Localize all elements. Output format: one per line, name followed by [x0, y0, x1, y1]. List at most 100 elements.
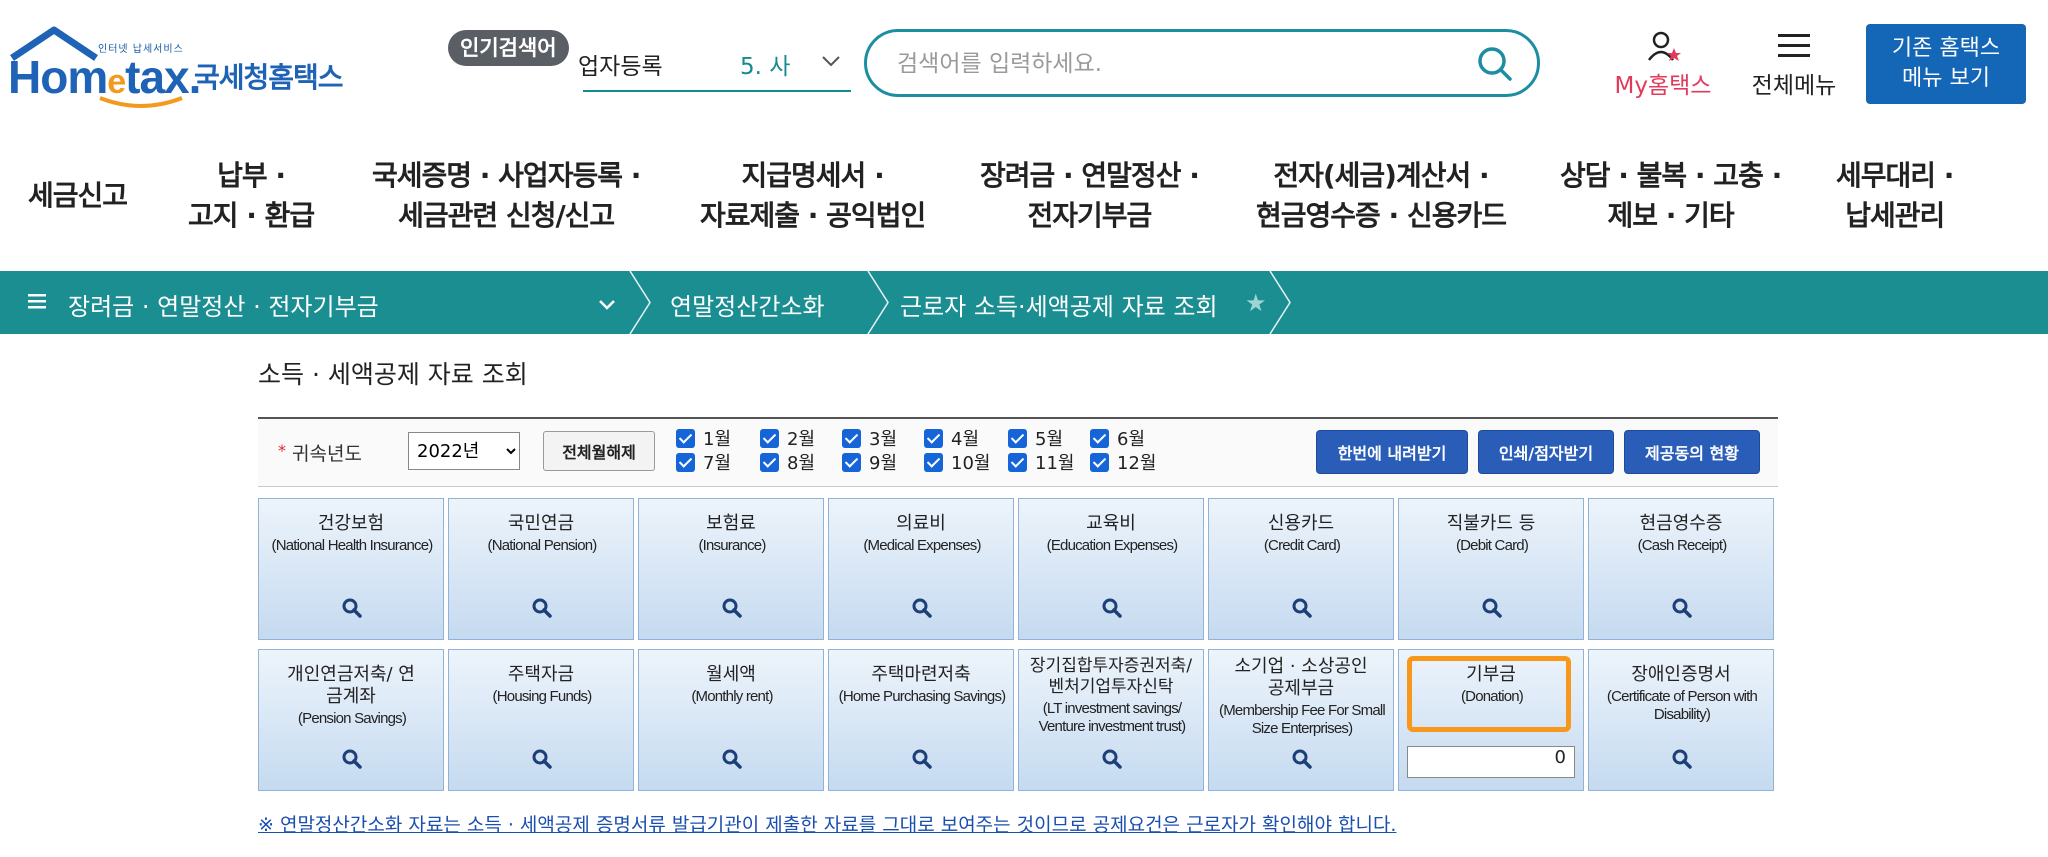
breadcrumb-level1[interactable]: 장려금 · 연말정산 · 전자기부금 — [68, 287, 379, 322]
tile-subtitle: (Medical Expenses) — [863, 537, 981, 554]
magnifier-icon[interactable] — [1291, 748, 1313, 770]
tile-subtitle: (Housing Funds) — [492, 688, 593, 705]
download-all-button[interactable]: 한번에 내려받기 — [1316, 430, 1468, 474]
old-hometax-menu-button[interactable]: 기존 홈택스 메뉴 보기 — [1866, 24, 2026, 104]
month-checkbox[interactable]: 7월 — [676, 453, 731, 475]
all-menu-button[interactable]: 전체메뉴 — [1744, 28, 1844, 99]
notice-link[interactable]: ※ 연말정산간소화 자료는 소득 · 세액공제 증명서류 발급기관이 제출한 자… — [258, 810, 1396, 837]
gnb-payment[interactable]: 납부 · 고지 · 환급 — [188, 156, 315, 236]
gnb-year-end-settlement[interactable]: 장려금 · 연말정산 · 전자기부금 — [980, 156, 1200, 236]
magnifier-icon[interactable] — [341, 597, 363, 619]
popular-search-underline — [583, 90, 851, 92]
tile-housing-funds[interactable]: 주택자금 (Housing Funds) — [448, 649, 634, 791]
month-checkbox[interactable]: 6월 — [1090, 429, 1145, 451]
magnifier-icon[interactable] — [911, 748, 933, 770]
favorite-star-icon[interactable]: ★ — [1245, 289, 1267, 317]
magnifier-icon[interactable] — [1101, 597, 1123, 619]
print-braille-button[interactable]: 인쇄/점자받기 — [1478, 430, 1614, 474]
month-label: 7월 — [703, 453, 732, 474]
tile-subtitle: (LT investment savings/ Venture investme… — [1038, 700, 1187, 735]
gnb-label: 납세관리 — [1845, 199, 1945, 232]
breadcrumb-level2[interactable]: 연말정산간소화 — [670, 287, 825, 322]
magnifier-icon[interactable] — [721, 597, 743, 619]
tile-title: 장애인증명서 — [1631, 664, 1731, 685]
magnifier-icon[interactable] — [1481, 597, 1503, 619]
tile-lt-investment-savings[interactable]: 장기집합투자증권저축/ 벤처기업투자신탁 (LT investment savi… — [1018, 649, 1204, 791]
tile-subtitle: (Monthly rent) — [691, 688, 773, 705]
month-checkbox[interactable]: 10월 — [924, 453, 990, 475]
month-label: 9월 — [869, 453, 898, 474]
search-icon[interactable] — [1475, 44, 1515, 84]
uncheck-all-months-button[interactable]: 전체월해제 — [543, 431, 655, 471]
gnb-tax-agent[interactable]: 세무대리 · 납세관리 — [1836, 156, 1954, 236]
month-checkbox[interactable]: 2월 — [760, 429, 815, 451]
tile-disability-certificate[interactable]: 장애인증명서 (Certificate of Person with Disab… — [1588, 649, 1774, 791]
breadcrumb-level3[interactable]: 근로자 소득·세액공제 자료 조회 — [900, 287, 1218, 322]
checkbox-checked-icon — [924, 453, 943, 472]
tile-subtitle: (Donation) — [1460, 688, 1524, 705]
month-label: 11월 — [1035, 453, 1075, 474]
tile-credit-card[interactable]: 신용카드 (Credit Card) — [1208, 498, 1394, 640]
tile-medical-expenses[interactable]: 의료비 (Medical Expenses) — [828, 498, 1014, 640]
tile-title: 개인연금저축/ 연금계좌 — [287, 664, 415, 707]
month-label: 6월 — [1117, 429, 1146, 450]
tile-home-purchasing-savings[interactable]: 주택마련저축 (Home Purchasing Savings) — [828, 649, 1014, 791]
menu-lines-icon[interactable] — [28, 293, 46, 309]
month-checkbox[interactable]: 11월 — [1008, 453, 1074, 475]
gnb-tax-return[interactable]: 세금신고 — [28, 176, 128, 216]
year-label: 귀속년도 — [292, 443, 362, 465]
month-checkbox[interactable]: 3월 — [842, 429, 897, 451]
magnifier-icon[interactable] — [1101, 748, 1123, 770]
magnifier-icon[interactable] — [531, 597, 553, 619]
gnb-label: 전자(세금)계산서 · — [1273, 159, 1489, 192]
tile-donation[interactable]: 기부금 (Donation) 0 — [1398, 649, 1584, 791]
tile-education-expenses[interactable]: 교육비 (Education Expenses) — [1018, 498, 1204, 640]
gnb-consulting[interactable]: 상담 · 불복 · 고충 · 제보 · 기타 — [1560, 156, 1782, 236]
popular-search-term[interactable]: 업자등록 — [578, 47, 663, 81]
tile-insurance[interactable]: 보험료 (Insurance) — [638, 498, 824, 640]
gnb-electronic-invoice[interactable]: 전자(세금)계산서 · 현금영수증 · 신용카드 — [1256, 156, 1507, 236]
month-checkbox[interactable]: 4월 — [924, 429, 979, 451]
tile-title: 보험료 — [706, 513, 756, 534]
magnifier-icon[interactable] — [1671, 748, 1693, 770]
month-checkbox[interactable]: 8월 — [760, 453, 815, 475]
required-marker: * — [278, 441, 286, 460]
magnifier-icon[interactable] — [721, 748, 743, 770]
gnb-certificates[interactable]: 국세증명 · 사업자등록 · 세금관련 신청/신고 — [372, 156, 641, 236]
search-input[interactable] — [895, 42, 1459, 86]
tile-title: 국민연금 — [507, 513, 575, 534]
magnifier-icon[interactable] — [1671, 597, 1693, 619]
magnifier-icon[interactable] — [531, 748, 553, 770]
popular-search-tag: 인기검색어 — [448, 30, 569, 66]
checkbox-checked-icon — [676, 453, 695, 472]
my-hometax-button[interactable]: My홈택스 — [1608, 28, 1718, 99]
consent-status-button[interactable]: 제공동의 현황 — [1624, 430, 1760, 474]
old-menu-line1: 기존 홈택스 — [1891, 36, 2001, 61]
magnifier-icon[interactable] — [1291, 597, 1313, 619]
tile-pension-savings[interactable]: 개인연금저축/ 연금계좌 (Pension Savings) — [258, 649, 444, 791]
user-star-icon — [1648, 31, 1681, 61]
year-select[interactable]: 2022년 — [408, 432, 520, 470]
tile-national-pension[interactable]: 국민연금 (National Pension) — [448, 498, 634, 640]
month-label: 12월 — [1117, 453, 1157, 474]
month-checkbox[interactable]: 5월 — [1008, 429, 1063, 451]
tile-debit-card[interactable]: 직불카드 등 (Debit Card) — [1398, 498, 1584, 640]
month-checkbox[interactable]: 1월 — [676, 429, 731, 451]
magnifier-icon[interactable] — [341, 748, 363, 770]
tile-small-business-fee[interactable]: 소기업 · 소상공인 공제부금 (Membership Fee For Smal… — [1208, 649, 1394, 791]
popular-search-rank[interactable]: 5. 사 — [740, 47, 790, 81]
month-checkbox[interactable]: 9월 — [842, 453, 897, 475]
month-label: 10월 — [951, 453, 991, 474]
my-hometax-label: My홈택스 — [1614, 73, 1712, 99]
checkbox-checked-icon — [842, 429, 861, 448]
chevron-down-icon[interactable] — [596, 293, 618, 315]
checkbox-checked-icon — [760, 453, 779, 472]
tile-health-insurance[interactable]: 건강보험 (National Health Insurance) — [258, 498, 444, 640]
gnb-payment-statements[interactable]: 지급명세서 · 자료제출 · 공익법인 — [700, 156, 926, 236]
month-checkbox[interactable]: 12월 — [1090, 453, 1156, 475]
tile-cash-receipt[interactable]: 현금영수증 (Cash Receipt) — [1588, 498, 1774, 640]
donation-amount-field[interactable]: 0 — [1407, 746, 1575, 778]
chevron-down-icon[interactable] — [820, 50, 842, 72]
magnifier-icon[interactable] — [911, 597, 933, 619]
tile-monthly-rent[interactable]: 월세액 (Monthly rent) — [638, 649, 824, 791]
